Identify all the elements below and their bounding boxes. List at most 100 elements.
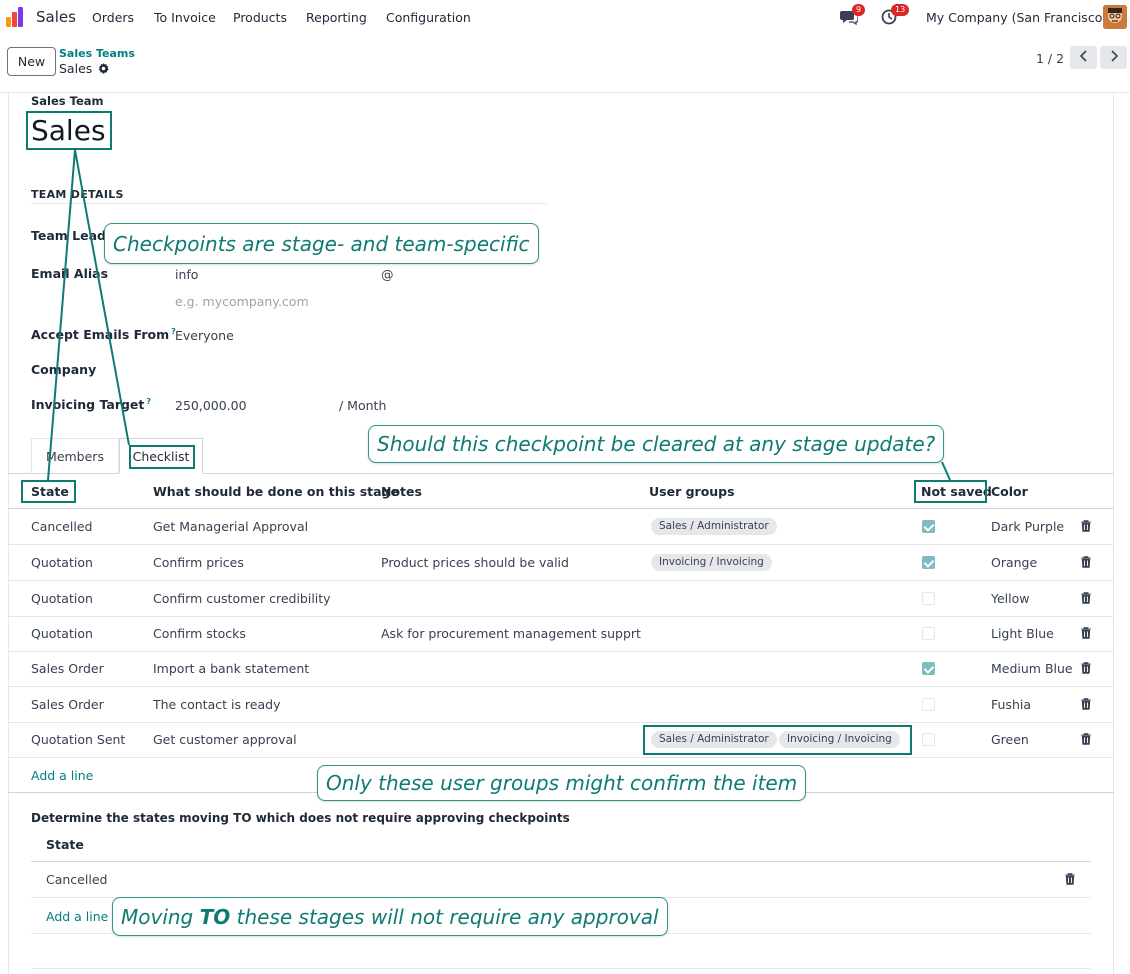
table-row[interactable]: Quotation Sent Get customer approval Sal… [8,722,1114,758]
row-state: Quotation Sent [31,732,126,747]
row-what: Confirm stocks [153,626,246,641]
row-what: Get customer approval [153,732,297,747]
col-color[interactable]: Color [991,484,1028,499]
company-switcher[interactable]: My Company (San Francisco) [926,10,1107,25]
activity-badge: 13 [891,4,910,16]
breadcrumb-parent[interactable]: Sales Teams [59,47,135,60]
trash-icon[interactable] [1081,556,1091,568]
user-group-tag[interactable]: Invoicing / Invoicing [651,554,772,571]
row-what: Import a bank statement [153,661,310,676]
not-saved-checkbox[interactable] [922,662,935,675]
not-saved-checkbox[interactable] [922,592,935,605]
user-groups-highlight-box [643,725,912,755]
no-approval-label: Determine the states moving TO which doe… [31,811,570,825]
row-what: The contact is ready [153,697,281,712]
table-row[interactable]: Sales Order Import a bank statement Medi… [8,651,1114,687]
menu-orders[interactable]: Orders [92,10,134,25]
checklist-tab-highlight-box [129,445,195,469]
chat-icon[interactable]: 9 [840,4,866,27]
breadcrumb-current: Sales [59,61,109,77]
accept-emails-select[interactable]: Everyone [175,328,234,343]
table-row[interactable]: Quotation Confirm prices Product prices … [8,545,1114,581]
email-alias-input[interactable]: info [175,267,198,282]
col-notes[interactable]: Notes [381,484,422,499]
col-what[interactable]: What should be done on this stage [153,484,399,499]
callout-moving-to-bold: TO [199,904,231,929]
not-saved-checkbox[interactable] [922,627,935,640]
row-color: Yellow [991,591,1030,606]
table-row[interactable]: Sales Order The contact is ready Fushia [8,687,1114,723]
app-name[interactable]: Sales [36,8,76,26]
add-state-line[interactable]: Add a line [46,909,108,924]
no-approval-col-state[interactable]: State [46,837,84,852]
email-alias-label: Email Alias [31,266,109,281]
trash-icon[interactable] [1081,733,1091,745]
chevron-right-icon [1109,50,1119,65]
menu-configuration[interactable]: Configuration [386,10,471,25]
callout-moving-to: Moving TO these stages will not require … [112,897,668,936]
table-row[interactable]: Cancelled [31,862,1091,898]
not-saved-header-highlight-box [914,480,987,503]
row-what: Confirm prices [153,555,244,570]
top-navbar: Sales Orders To Invoice Products Reporti… [0,0,1130,35]
trash-icon[interactable] [1081,520,1091,532]
gear-icon[interactable] [98,62,109,77]
row-state: Sales Order [31,661,104,676]
col-user-groups[interactable]: User groups [649,484,735,499]
trash-icon[interactable] [1081,698,1091,710]
user-group-tag[interactable]: Sales / Administrator [651,518,777,535]
callout-moving-to-post: these stages will not require any approv… [230,904,659,929]
pager-previous-button[interactable] [1070,46,1097,69]
table-row[interactable]: Quotation Confirm stocks Ask for procure… [8,616,1114,652]
accept-emails-label: Accept Emails From? [31,327,176,343]
row-color: Dark Purple [991,519,1065,534]
row-color: Fushia [991,697,1031,712]
help-icon[interactable]: ? [146,397,151,406]
not-saved-checkbox[interactable] [922,556,935,569]
sheet-bottom-divider [31,968,1091,969]
callout-moving-to-pre: Moving [121,904,200,929]
not-saved-checkbox[interactable] [922,733,935,746]
title-field-label: Sales Team [31,94,104,108]
row-color: Light Blue [991,626,1054,641]
pager-value[interactable]: 1 / 2 [1036,51,1064,66]
control-panel: New Sales Teams Sales 1 / 2 [0,35,1130,93]
trash-icon[interactable] [1081,662,1091,674]
state-header-highlight-box [21,480,76,503]
not-saved-checkbox[interactable] [922,698,935,711]
menu-reporting[interactable]: Reporting [306,10,367,25]
section-divider [31,203,547,204]
row-state: Cancelled [46,872,108,887]
invoicing-target-input[interactable]: 250,000.00 [175,398,247,413]
trash-icon[interactable] [1065,873,1075,885]
menu-to-invoice[interactable]: To Invoice [154,10,216,25]
trash-icon[interactable] [1081,592,1091,604]
company-label: Company [31,362,97,377]
table-row[interactable]: Quotation Confirm customer credibility Y… [8,581,1114,617]
row-state: Cancelled [31,519,93,534]
row-notes: Product prices should be valid [381,555,569,570]
team-name-field[interactable]: Sales [31,114,106,147]
trash-icon[interactable] [1081,627,1091,639]
new-button[interactable]: New [7,47,56,76]
activity-icon[interactable]: 13 [881,4,910,27]
email-domain-input[interactable]: e.g. mycompany.com [175,294,309,309]
row-notes: Ask for procurement management supprt [381,626,641,641]
add-checklist-line[interactable]: Add a line [31,768,93,783]
pager-next-button[interactable] [1100,46,1127,69]
row-state: Quotation [31,555,93,570]
row-color: Medium Blue [991,661,1073,676]
table-row[interactable]: Cancelled Get Managerial Approval Sales … [8,509,1114,545]
row-state: Quotation [31,626,93,641]
sales-app-icon[interactable] [6,7,28,27]
email-at-sign: @ [381,267,394,282]
user-avatar[interactable] [1103,5,1127,29]
row-state: Quotation [31,591,93,606]
breadcrumb-current-label: Sales [59,61,93,76]
tab-members[interactable]: Members [31,438,119,474]
chevron-left-icon [1079,50,1089,65]
invoicing-target-label: Invoicing Target? [31,397,152,413]
menu-products[interactable]: Products [233,10,287,25]
row-state: Sales Order [31,697,104,712]
not-saved-checkbox[interactable] [922,520,935,533]
